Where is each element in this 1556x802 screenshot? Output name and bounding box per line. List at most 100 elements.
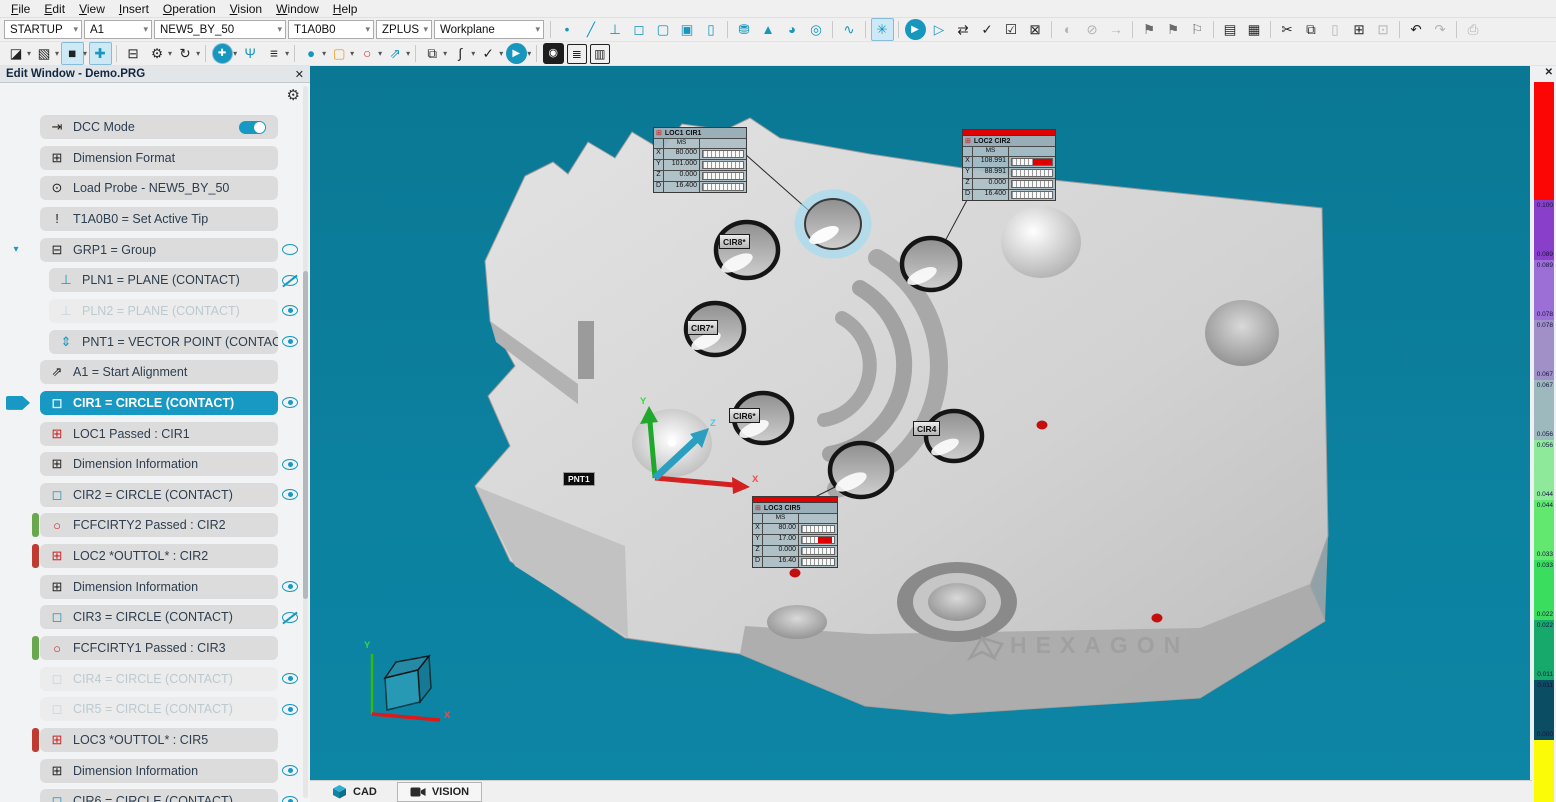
sidebar-item-fcfcirty1[interactable]: ○FCFCIRTY1 Passed : CIR3: [40, 636, 278, 660]
cone-feature-icon[interactable]: ▲: [757, 18, 780, 41]
graphic-analysis-icon[interactable]: ⇗: [384, 42, 407, 65]
chevron-down-icon[interactable]: ▾: [443, 49, 447, 58]
menu-vision[interactable]: Vision: [223, 2, 269, 16]
clear-marked-icon[interactable]: ⊠: [1024, 18, 1047, 41]
menu-operation[interactable]: Operation: [156, 2, 223, 16]
circle-select-icon[interactable]: ○: [356, 42, 379, 65]
curve-feature-icon[interactable]: ∿: [838, 18, 861, 41]
feature-label-cir8[interactable]: CIR8*: [719, 234, 750, 249]
optimization-icon[interactable]: ⚙: [146, 42, 169, 65]
sidebar-item-t1a0b0[interactable]: !T1A0B0 = Set Active Tip: [40, 207, 278, 231]
bookmark-remove-icon[interactable]: ⚐: [1186, 18, 1209, 41]
chevron-down-icon[interactable]: ▾: [350, 49, 354, 58]
menu-view[interactable]: View: [72, 2, 112, 16]
sidebar-item-cir6[interactable]: ◻CIR6 = CIRCLE (CONTACT): [40, 789, 278, 802]
print-icon[interactable]: ⎙: [1462, 18, 1485, 41]
loop-icon[interactable]: ⇄: [952, 18, 975, 41]
sidebar-item-dcc[interactable]: ⇥DCC Mode: [40, 115, 278, 139]
eye-visible-icon[interactable]: [281, 789, 299, 802]
eye-visible-icon[interactable]: [281, 238, 299, 262]
pattern-icon[interactable]: ⊡: [1372, 18, 1395, 41]
menu-file[interactable]: File: [4, 2, 37, 16]
redo-icon[interactable]: ↷: [1429, 18, 1452, 41]
sidebar-scrollbar[interactable]: [303, 86, 308, 798]
chevron-down-icon[interactable]: ▾: [499, 49, 503, 58]
goto-icon[interactable]: →: [1105, 18, 1128, 41]
sidebar-item-grp1[interactable]: ⊟GRP1 = Group: [40, 238, 278, 262]
execute-mode-icon[interactable]: ▶: [506, 43, 527, 64]
sidebar-item-a1[interactable]: ⇗A1 = Start Alignment: [40, 360, 278, 384]
rotate-icon[interactable]: ↻: [174, 42, 197, 65]
circle-feature-icon[interactable]: ◻: [628, 18, 651, 41]
dim-table-loc3[interactable]: ⊞LOC3 CIR5MSX80.00Y17.00Z0.000D16.40: [752, 496, 838, 568]
eye-hidden-icon[interactable]: [281, 605, 299, 629]
eye-visible-icon[interactable]: [281, 759, 299, 783]
dropdown-probe-file[interactable]: NEW5_BY_50▾: [154, 20, 286, 39]
sidebar-item-cir5[interactable]: ◻CIR5 = CIRCLE (CONTACT): [40, 697, 278, 721]
rectangle-feature-icon[interactable]: ▯: [700, 18, 723, 41]
window-layouts-icon[interactable]: ⧉: [421, 42, 444, 65]
probe-toolbox-icon[interactable]: Ψ: [239, 42, 262, 65]
cad-viewport[interactable]: CIR8*CIR7*CIR6*CIR4 PNT1 Y Z X Y X HEXAG…: [310, 66, 1532, 780]
sidebar-item-pln2[interactable]: ⊥PLN2 = PLANE (CONTACT): [49, 299, 278, 323]
close-icon[interactable]: ✕: [1545, 67, 1553, 78]
plane-feature-icon[interactable]: ⊥: [604, 18, 627, 41]
feature-label-cir7[interactable]: CIR7*: [687, 320, 718, 335]
path-lines-icon[interactable]: ∫: [449, 42, 472, 65]
round-slot-icon[interactable]: ▢: [652, 18, 675, 41]
sidebar-item-cir1[interactable]: ◻CIR1 = CIRCLE (CONTACT): [40, 391, 278, 415]
dim-table-loc2[interactable]: ⊞LOC2 CIR2MSX108.991Y88.991Z0.000D16.400: [962, 129, 1056, 201]
copy-icon[interactable]: ⧉: [1300, 18, 1323, 41]
menu-edit[interactable]: Edit: [37, 2, 72, 16]
snapshot-icon[interactable]: ◉: [543, 43, 564, 64]
close-icon[interactable]: ✕: [295, 68, 304, 81]
dropdown-alignment-a1[interactable]: A1▾: [84, 20, 152, 39]
eye-visible-icon[interactable]: [281, 483, 299, 507]
sidebar-item-loc2[interactable]: ⊞LOC2 *OUTTOL* : CIR2: [40, 544, 278, 568]
sidebar-item-cir4[interactable]: ◻CIR4 = CIRCLE (CONTACT): [40, 667, 278, 691]
chevron-down-icon[interactable]: ▾: [285, 49, 289, 58]
sidebar-item-loc3[interactable]: ⊞LOC3 *OUTTOL* : CIR5: [40, 728, 278, 752]
solid-view-icon[interactable]: ■: [61, 42, 84, 65]
no-entry-icon[interactable]: ⊘: [1081, 18, 1104, 41]
pan-icon[interactable]: ✚: [89, 42, 112, 65]
mark-check-icon[interactable]: ✓: [976, 18, 999, 41]
comment-icon[interactable]: ⊟: [122, 42, 145, 65]
square-slot-icon[interactable]: ▣: [676, 18, 699, 41]
tab-cad[interactable]: CAD: [320, 782, 389, 802]
wireframe-view-icon[interactable]: ▧: [33, 42, 56, 65]
torus-feature-icon[interactable]: ◎: [805, 18, 828, 41]
chevron-down-icon[interactable]: ▾: [55, 49, 59, 58]
sidebar-item-load[interactable]: ⊙Load Probe - NEW5_BY_50: [40, 176, 278, 200]
sphere-feature-icon[interactable]: ◕: [781, 18, 804, 41]
execute-icon[interactable]: ▶: [905, 19, 926, 40]
surface-mode-icon[interactable]: ●: [300, 42, 323, 65]
feature-label-cir6[interactable]: CIR6*: [729, 408, 760, 423]
sidebar-item-cir3[interactable]: ◻CIR3 = CIRCLE (CONTACT): [40, 605, 278, 629]
tab-vision[interactable]: VISION: [397, 782, 482, 802]
chevron-down-icon[interactable]: ▾: [527, 49, 531, 58]
eye-visible-icon[interactable]: [281, 667, 299, 691]
chevron-down-icon[interactable]: ▾: [196, 49, 200, 58]
dropdown-workplane-zplus[interactable]: ZPLUS▾: [376, 20, 432, 39]
feature-label-cir4[interactable]: CIR4: [913, 421, 940, 436]
report-list-icon[interactable]: ▤: [1219, 18, 1242, 41]
eye-visible-icon[interactable]: [281, 330, 299, 354]
menu-help[interactable]: Help: [326, 2, 365, 16]
sidebar-item-cir2[interactable]: ◻CIR2 = CIRCLE (CONTACT): [40, 483, 278, 507]
move-machine-icon[interactable]: ✚: [212, 43, 233, 64]
view-orientation-icon[interactable]: ◪: [5, 42, 28, 65]
chevron-down-icon[interactable]: ▾: [406, 49, 410, 58]
paste-special-icon[interactable]: ⊞: [1348, 18, 1371, 41]
menu-window[interactable]: Window: [269, 2, 326, 16]
auto-feature-icon[interactable]: ✳: [871, 18, 894, 41]
eye-hidden-icon[interactable]: [281, 268, 299, 292]
dim-table-loc1[interactable]: ⊞LOC1 CIR1MSX80.000Y101.000Z0.000D16.400: [653, 127, 747, 193]
scrollbar-thumb[interactable]: [303, 271, 308, 599]
menu-insert[interactable]: Insert: [112, 2, 156, 16]
eye-visible-icon[interactable]: [281, 575, 299, 599]
sidebar-item-pnt1[interactable]: ⇕PNT1 = VECTOR POINT (CONTACT): [49, 330, 278, 354]
chevron-down-icon[interactable]: ▾: [471, 49, 475, 58]
point-feature-icon[interactable]: •: [556, 18, 579, 41]
chevron-down-icon[interactable]: ▾: [322, 49, 326, 58]
